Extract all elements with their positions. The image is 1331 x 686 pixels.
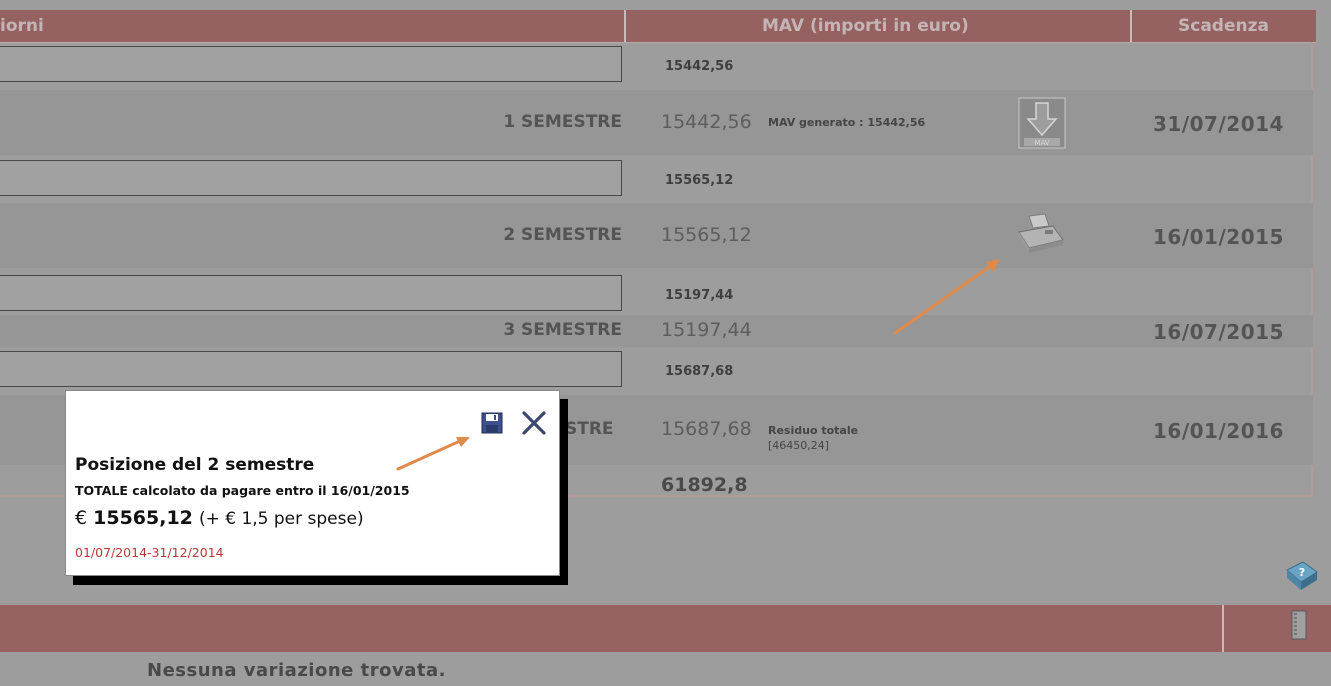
close-icon[interactable]	[521, 410, 547, 436]
currency-symbol: €	[75, 507, 88, 529]
popup-title: Posizione del 2 semestre	[75, 455, 315, 475]
variations-header	[0, 605, 1331, 652]
notebook-icon[interactable]	[1291, 610, 1307, 640]
floppy-disk-icon[interactable]	[481, 412, 503, 434]
popup-amount-line: € 15565,12 (+ € 1,5 per spese)	[75, 507, 364, 529]
arrow-head	[986, 259, 1000, 272]
annotation-arrow	[396, 437, 470, 471]
position-popup: Posizione del 2 semestre TOTALE calcolat…	[65, 390, 560, 576]
empty-message: Nessuna variazione trovata.	[147, 660, 446, 681]
arrow-line	[893, 263, 994, 335]
popup-amount: 15565,12	[93, 507, 193, 529]
annotation-arrows	[893, 259, 1000, 335]
popup-period: 01/07/2014-31/12/2014	[75, 545, 224, 560]
popup-subtitle: TOTALE calcolato da pagare entro il 16/0…	[75, 483, 410, 498]
svg-text:?: ?	[1299, 566, 1305, 579]
popup-fees: (+ € 1,5 per spese)	[198, 509, 364, 529]
help-book-icon[interactable]: ?	[1283, 558, 1319, 594]
header-divider	[1222, 605, 1224, 652]
